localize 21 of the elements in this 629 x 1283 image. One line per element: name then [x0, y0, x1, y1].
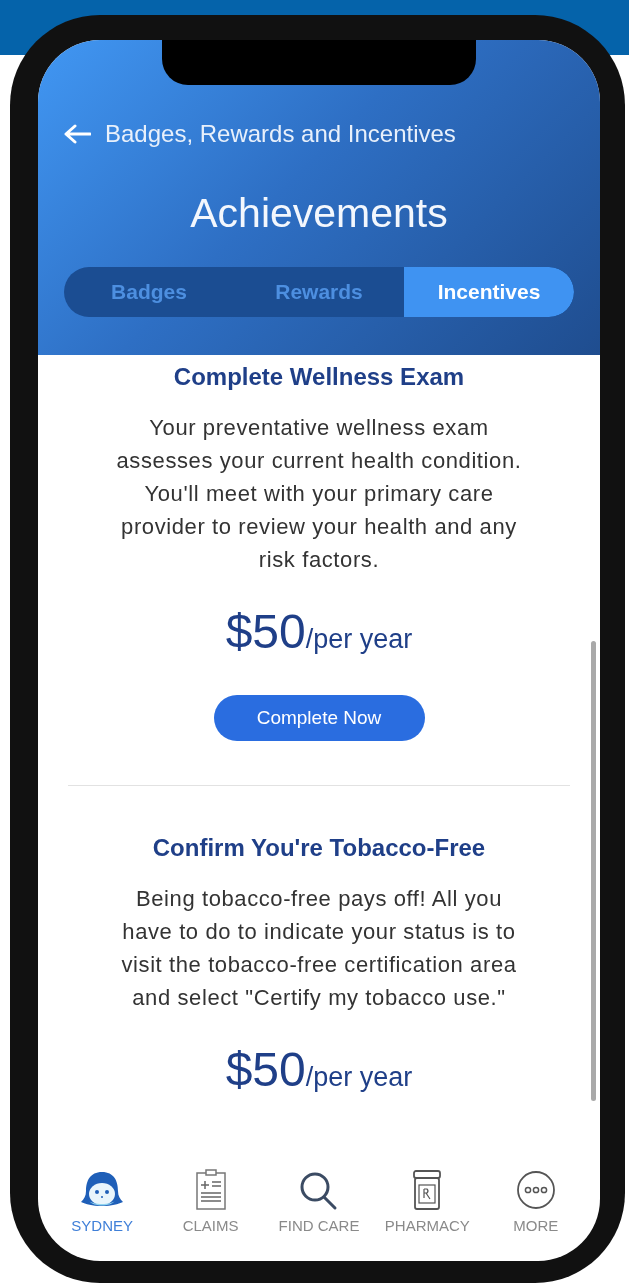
reward-period: /per year: [305, 624, 413, 655]
tab[interactable]: Rewards: [234, 267, 404, 317]
page-title: Achievements: [190, 190, 448, 237]
incentive-title: Complete Wellness Exam: [173, 363, 465, 391]
back-arrow-icon: [63, 123, 91, 145]
nav-item[interactable]: SYDNEY: [50, 1169, 155, 1261]
reward-period: /per year: [305, 1062, 413, 1093]
scrollbar[interactable]: [591, 641, 596, 1101]
nav-item[interactable]: CLAIMS: [158, 1169, 263, 1261]
incentive-description: Being tobacco-free pays off! All you have to do to indicate your status is to visit the tobacco-free certification area and select "Certify my tobacco use.": [120, 885, 518, 1012]
incentive-title: Confirm You're Tobacco-Free: [152, 834, 486, 862]
back-link[interactable]: Badges, Rewards and Incentives: [63, 120, 456, 148]
complete-now-button[interactable]: Complete Now: [213, 695, 425, 741]
reward-amount: $50: [225, 1042, 306, 1097]
tab[interactable]: Incentives: [404, 267, 574, 317]
tab[interactable]: Badges: [64, 267, 234, 317]
nav-item[interactable]: MORE: [483, 1169, 588, 1261]
incentive-description: Your preventative wellness exam assesses your current health condition. You'll meet with your primary care provider to review your health and any risk factors.: [115, 414, 523, 574]
nav-item[interactable]: PHARMACY: [375, 1169, 480, 1261]
nav-item[interactable]: FIND CARE: [266, 1169, 371, 1261]
reward-amount: $50: [225, 604, 306, 659]
